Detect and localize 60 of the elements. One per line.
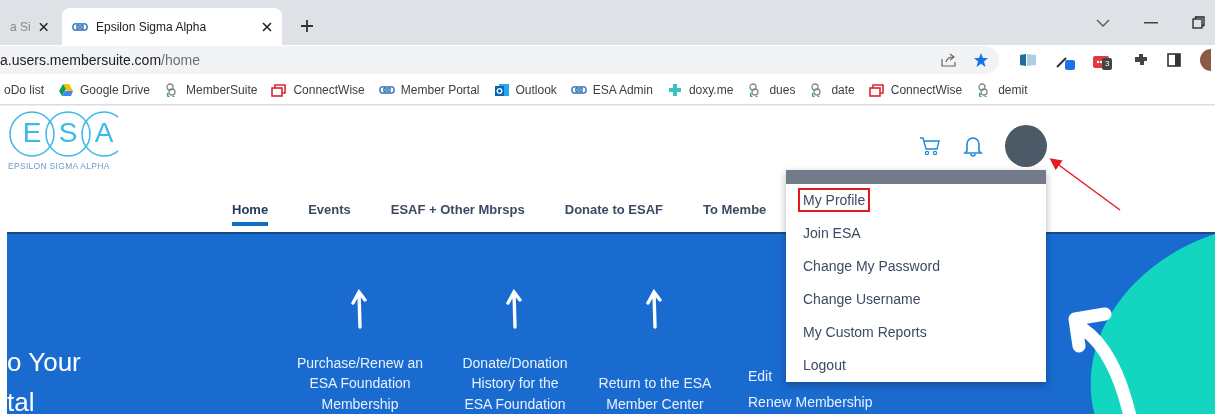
bookmark-link[interactable]: ConnectWise	[868, 80, 963, 99]
menu-item[interactable]: Change My Password	[786, 250, 1046, 283]
card-link[interactable]: Edit	[748, 366, 773, 387]
card-link[interactable]: Purchase/Renew an ESA Foundation Membership	[296, 353, 424, 414]
card-link[interactable]: Return to the ESA Member Center	[598, 373, 712, 414]
logo-caption: EPSILON SIGMA ALPHA	[8, 160, 111, 173]
close-icon[interactable]	[38, 21, 48, 32]
side-panel-icon[interactable]	[1167, 53, 1181, 67]
share-icon[interactable]	[941, 53, 957, 67]
menu-item[interactable]: My Profile	[786, 184, 1046, 217]
menu-item[interactable]: Change Username	[786, 283, 1046, 316]
bell-icon[interactable]	[963, 135, 983, 157]
stacked-windows-icon	[868, 82, 885, 97]
mail-app-icon	[493, 82, 510, 97]
bookmark-link[interactable]: Outlook	[493, 80, 557, 99]
logo-letter: E	[21, 116, 43, 150]
close-icon[interactable]	[262, 21, 272, 32]
triangle-logo-icon	[58, 82, 74, 97]
bookmark-link[interactable]: Google Drive	[58, 80, 151, 99]
puzzle-icon[interactable]	[1133, 52, 1149, 68]
card-link[interactable]: Donate/Donation History for the ESA Foundation	[462, 353, 568, 414]
bookmark-link[interactable]: demit	[976, 80, 1028, 99]
address-bar[interactable]: a.users.membersuite.com/home	[0, 46, 999, 74]
count-badge: 3	[1102, 58, 1113, 70]
up-arrow-icon	[505, 289, 525, 329]
logo-letter: S	[57, 116, 79, 150]
nav-link[interactable]: Donate to ESAF	[544, 188, 683, 232]
bookmark-link[interactable]: ESA Admin	[570, 80, 653, 99]
menu-item[interactable]: My Custom Reports	[786, 316, 1046, 349]
bookmark-link[interactable]: Member Portal	[378, 80, 480, 99]
minimize-icon[interactable]	[1144, 21, 1158, 24]
cart-icon[interactable]	[919, 136, 941, 156]
stacked-windows-icon	[271, 82, 288, 97]
bookmark-link[interactable]: date	[809, 80, 855, 99]
bookmark-link[interactable]: doxy.me	[666, 80, 734, 99]
up-arrow-icon	[645, 289, 665, 329]
chevron-down-icon[interactable]	[1096, 18, 1110, 27]
plus-shape-icon	[666, 82, 683, 97]
card-link[interactable]: Renew Membership	[748, 391, 873, 412]
menu-item[interactable]: Join ESA	[786, 217, 1046, 250]
logo-rings-icon	[8, 110, 118, 158]
nav-link[interactable]: ESAF + Other Mbrsps	[370, 188, 545, 232]
logo-letter: A	[93, 116, 115, 150]
avatar-circle[interactable]	[1005, 125, 1047, 167]
menu-item[interactable]: Logout	[786, 349, 1046, 382]
hero-title: o Your tal	[7, 346, 82, 414]
nav-link[interactable]: Home	[212, 188, 289, 232]
bookmark-link[interactable]: dues	[747, 80, 796, 99]
nav-link[interactable]: Events	[288, 188, 371, 232]
bookmark-link[interactable]: MemberSuite	[164, 80, 258, 99]
url-text: a.users.membersuite.com/home	[0, 50, 200, 70]
restore-icon[interactable]	[1192, 16, 1205, 29]
browser-tab[interactable]: Epsilon Sigma Alpha	[62, 8, 282, 45]
book-icon[interactable]	[1019, 53, 1037, 67]
new-tab-icon[interactable]	[300, 19, 314, 33]
bookmark-link[interactable]: oDo list	[4, 80, 44, 99]
bookmark-link[interactable]: ConnectWise	[271, 80, 365, 99]
star-icon[interactable]	[973, 52, 989, 68]
up-arrow-icon	[350, 289, 370, 329]
nav-link[interactable]: To Membe	[683, 188, 787, 232]
